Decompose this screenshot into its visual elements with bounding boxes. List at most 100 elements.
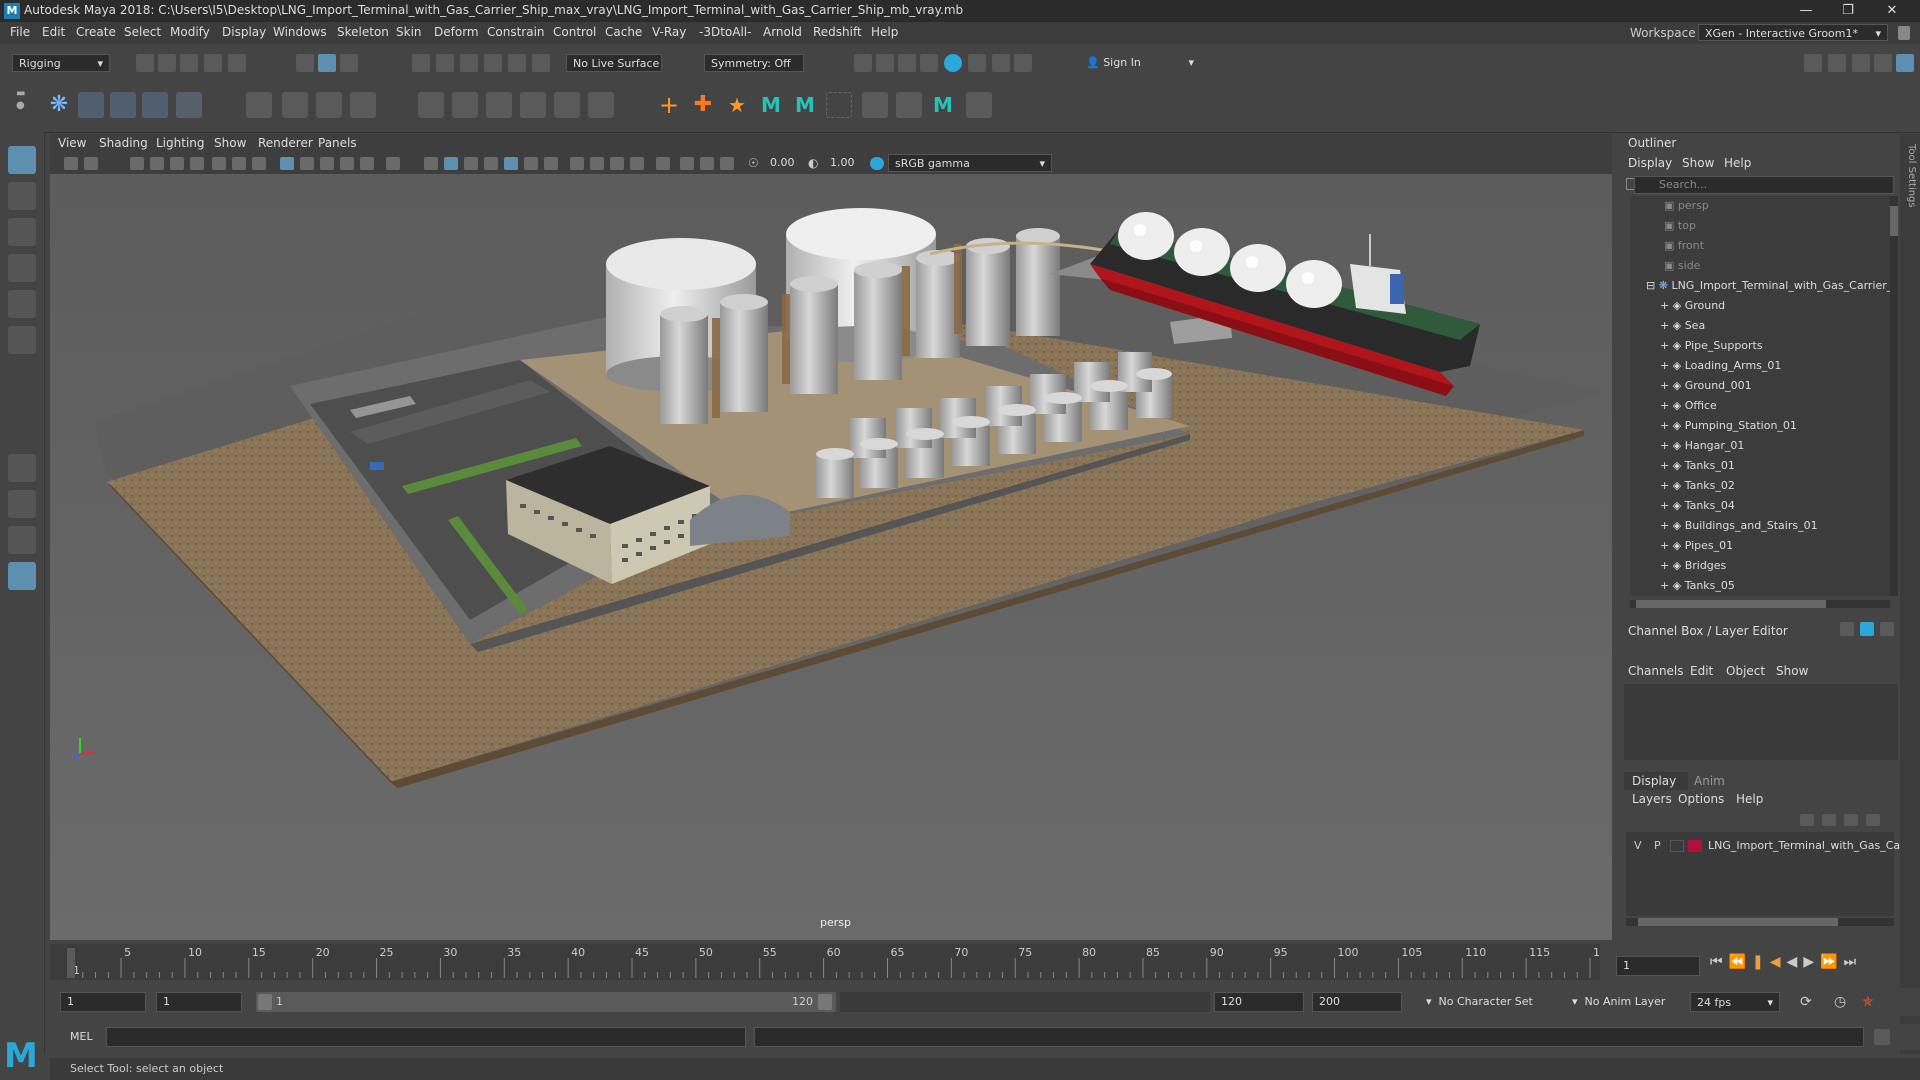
live-surface-field[interactable]: No Live Surface [566,54,662,72]
wireframe-icon[interactable] [424,157,438,170]
panel-menu-renderer[interactable]: Renderer [258,136,313,150]
outliner-item-sea[interactable]: + ◈ Sea [1630,316,1890,336]
outliner-item-top[interactable]: ▣ top [1630,216,1890,236]
smooth-shade-icon[interactable] [444,157,458,170]
bookmarks-icon[interactable] [130,157,144,170]
redo-icon[interactable] [228,54,246,72]
object-menu[interactable]: Object [1726,664,1765,678]
create-joints-icon[interactable]: ❋ [46,92,72,118]
new-layer-selected-icon[interactable] [1866,814,1880,826]
channel-box-icon-1[interactable] [1840,622,1854,636]
channel-box-icon-3[interactable] [1880,622,1894,636]
snap-point-icon[interactable] [460,54,478,72]
lasso-tool-icon[interactable] [8,182,36,210]
xray-icon[interactable] [680,157,694,170]
xray-joints-icon[interactable] [720,157,734,170]
character-set-dropdown[interactable]: ▾ No Character Set [1420,992,1560,1012]
outliner-item-front[interactable]: ▣ front [1630,236,1890,256]
outliner-item-office[interactable]: + ◈ Office [1630,396,1890,416]
color-management-icon[interactable] [870,157,884,170]
panel-menu-view[interactable]: View [58,136,86,150]
outliner-item-hangar[interactable]: + ◈ Hangar_01 [1630,436,1890,456]
layer-horizontal-scrollbar[interactable] [1626,918,1894,926]
workspace-dropdown[interactable]: XGen - Interactive Groom1* ▾ [1698,24,1888,41]
expand-icon[interactable]: + [1660,299,1669,312]
anim-prefs-icon[interactable]: ✯ [1862,994,1874,1010]
playback-end-field[interactable]: 120 [1214,992,1304,1012]
shadows-icon[interactable] [544,157,558,170]
expand-icon[interactable]: + [1660,559,1669,572]
outliner-item-tanks-05[interactable]: + ◈ Tanks_05 [1630,576,1890,596]
ipr-render-icon[interactable] [898,54,916,72]
expand-icon[interactable]: + [1660,379,1669,392]
cluster-handle-icon[interactable]: ✚ [690,92,716,118]
ik-handle-icon[interactable] [78,92,104,118]
menu-deform[interactable]: Deform [434,25,479,39]
panel-menu-lighting[interactable]: Lighting [156,136,205,150]
move-layer-up-icon[interactable] [1800,814,1814,826]
layers-menu[interactable]: Layers [1632,792,1672,806]
outliner-item-root[interactable]: ⊟ ❋ LNG_Import_Terminal_with_Gas_Carrier… [1630,276,1890,296]
new-scene-icon[interactable] [136,54,154,72]
resolution-gate-icon[interactable] [252,157,266,170]
expand-icon[interactable]: + [1660,579,1669,592]
outliner-item-pipes[interactable]: + ◈ Pipes_01 [1630,536,1890,556]
layer-playback-toggle[interactable]: P [1654,836,1661,856]
options-menu[interactable]: Options [1678,792,1724,806]
hik-icon[interactable]: ★ [724,92,750,118]
scale-tool-icon[interactable] [8,326,36,354]
close-icon[interactable]: ✕ [1872,1,1912,21]
modeling-toolkit-icon[interactable] [1804,54,1822,72]
vray-render-icon[interactable] [992,54,1010,72]
tool-settings-tab[interactable]: Tool Settings [1903,144,1917,208]
empty-slot-icon[interactable] [826,92,852,118]
outliner-item-pipe-supports[interactable]: + ◈ Pipe_Supports [1630,336,1890,356]
film-gate-icon[interactable] [232,157,246,170]
attribute-editor-icon[interactable] [1852,54,1870,72]
isolate-select-icon[interactable] [656,157,670,170]
step-back-frame-icon[interactable]: ❚◀ [1752,954,1787,970]
snap-vertex-icon[interactable] [532,54,550,72]
gamma-icon[interactable]: ◐ [808,157,822,170]
orient-constraint-icon[interactable] [486,92,512,118]
outliner-item-tanks-01[interactable]: + ◈ Tanks_01 [1630,456,1890,476]
menu-windows[interactable]: Windows [273,25,327,39]
select-component-icon[interactable] [340,54,358,72]
outliner-item-pumping-station[interactable]: + ◈ Pumping_Station_01 [1630,416,1890,436]
menuset-dropdown[interactable]: Rigging ▾ [12,54,110,72]
depth-of-field-icon[interactable] [630,157,644,170]
outliner-vertical-scrollbar[interactable] [1890,196,1898,596]
render-view-icon[interactable] [968,54,986,72]
character-controls-icon[interactable] [1828,54,1846,72]
go-to-end-icon[interactable]: ⏭ [1844,954,1863,970]
camera-select-icon[interactable] [64,157,78,170]
expand-icon[interactable]: + [1660,499,1669,512]
joint-orient-icon[interactable] [176,92,202,118]
anti-aliasing-icon[interactable] [610,157,624,170]
exposure-value[interactable]: 0.00 [770,156,795,169]
render-sequence-icon[interactable] [876,54,894,72]
panel-menu-panels[interactable]: Panels [318,136,357,150]
shelf-options-icon[interactable]: ▬ ● [16,88,26,126]
viewport-persp[interactable]: persp [50,174,1612,940]
layer-row[interactable]: V P LNG_Import_Terminal_with_Gas_Ca [1626,836,1900,856]
layer-visibility-toggle[interactable]: V [1634,836,1642,856]
symmetry-dropdown[interactable]: Symmetry: Off [704,54,804,72]
frame-all-icon[interactable] [386,157,400,170]
paint-weights-icon[interactable] [862,92,888,118]
play-backwards-icon[interactable]: ◀ [1787,954,1804,970]
go-to-start-icon[interactable]: ⏮ [1710,954,1729,970]
minimize-icon[interactable]: — [1786,1,1826,21]
wireframe-on-shaded-icon[interactable] [484,157,498,170]
gamma-value[interactable]: 1.00 [830,156,855,169]
layer-color-swatch[interactable] [1688,840,1702,852]
current-frame-field[interactable]: 1 [1616,956,1700,976]
point-constraint-icon[interactable] [452,92,478,118]
expand-icon[interactable]: + [1660,319,1669,332]
script-language-label[interactable]: MEL [70,1030,93,1043]
ambient-occlusion-icon[interactable] [570,157,584,170]
layer-reference-toggle[interactable] [1670,840,1684,852]
fps-dropdown[interactable]: 24 fps ▾ [1690,992,1780,1012]
menu-edit[interactable]: Edit [42,25,65,39]
ik-spline-icon[interactable] [110,92,136,118]
